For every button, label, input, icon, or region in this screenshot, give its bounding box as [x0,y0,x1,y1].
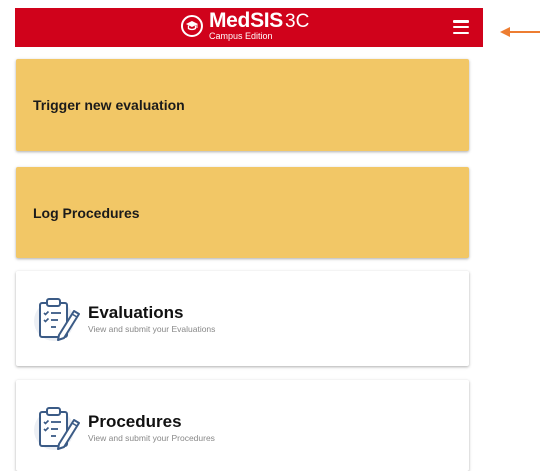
logo-version: 3C [285,11,310,32]
graduation-cap-icon [180,14,203,37]
app-logo[interactable]: MedSIS 3C Campus Edition [180,10,309,41]
procedures-title: Procedures [88,412,182,431]
hamburger-menu-icon[interactable] [453,20,469,34]
logo-wordmark: MedSIS 3C Campus Edition [209,10,309,41]
clipboard-checklist-icon [34,298,80,341]
log-procedures-card[interactable]: Log Procedures [16,167,469,258]
app-header: MedSIS 3C Campus Edition [15,8,483,47]
clipboard-checklist-icon [34,407,80,450]
app-screen: MedSIS 3C Campus Edition Trigger new eva… [0,0,552,471]
procedures-description: View and submit your Procedures [88,433,215,443]
log-procedures-label: Log Procedures [33,204,140,221]
evaluations-card[interactable]: Evaluations View and submit your Evaluat… [16,271,469,366]
annotation-arrow-icon [500,27,540,37]
logo-subtitle: Campus Edition [208,31,273,41]
evaluations-title: Evaluations [88,303,184,322]
evaluations-description: View and submit your Evaluations [88,324,216,334]
trigger-evaluation-label: Trigger new evaluation [33,97,185,113]
logo-brand: MedSIS [208,9,284,32]
procedures-card[interactable]: Procedures View and submit your Procedur… [16,380,469,471]
trigger-evaluation-card[interactable]: Trigger new evaluation [16,59,469,151]
